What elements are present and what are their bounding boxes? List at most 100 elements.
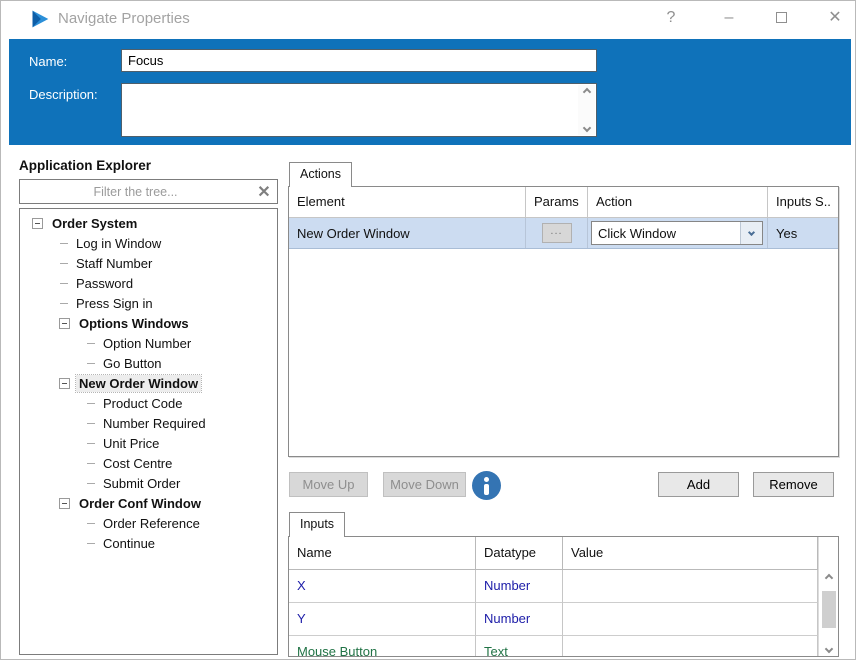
scroll-down-icon[interactable] [582, 123, 591, 133]
input-value[interactable] [563, 636, 818, 656]
tree-item-label: Continue [103, 535, 156, 551]
description-field-wrap [121, 83, 597, 137]
col-value: Value [563, 537, 818, 570]
application-explorer-title: Application Explorer [19, 158, 152, 173]
input-name: X [289, 570, 476, 603]
description-field[interactable] [122, 84, 596, 136]
col-action: Action [588, 187, 768, 218]
properties-header: Name: Description: [9, 39, 851, 145]
tree-item-label: Unit Price [103, 435, 160, 451]
tree-item-label: Order Reference [103, 515, 200, 531]
description-label: Description: [29, 87, 98, 102]
name-label: Name: [29, 54, 68, 69]
maximize-button[interactable] [759, 1, 803, 35]
tree-filter: ✕ [19, 179, 278, 204]
tree-item[interactable]: Order Conf Window [20, 493, 277, 513]
actions-table-body: New Order Window ... Click Window Yes [289, 218, 838, 249]
collapse-icon[interactable] [59, 377, 70, 389]
scroll-up-icon[interactable] [824, 573, 833, 582]
tree-item-label: Order System [52, 215, 138, 231]
scrollbar-thumb[interactable] [821, 591, 836, 628]
input-name: Mouse Button [289, 636, 476, 656]
tree-connector-icon [60, 282, 68, 284]
tree-item[interactable]: Order Reference [20, 513, 277, 533]
col-scroll-gutter [818, 537, 838, 570]
tree-item-label: Password [76, 275, 134, 291]
tree-item[interactable]: Press Sign in [20, 293, 277, 313]
actions-table-header: Element Params Action Inputs S.. [289, 187, 838, 218]
filter-input[interactable] [20, 184, 251, 199]
action-dropdown[interactable]: Click Window [591, 221, 763, 245]
params-button[interactable]: ... [541, 223, 572, 243]
tab-actions[interactable]: Actions [289, 162, 352, 187]
tree-connector-icon [87, 522, 95, 524]
application-tree: Order System Log in Window Staff Number … [19, 208, 278, 655]
inputs-table-row[interactable]: Y Number [289, 603, 838, 636]
tree-item[interactable]: Password [20, 273, 277, 293]
minimize-button[interactable]: – [707, 1, 751, 35]
tree-item[interactable]: Log in Window [20, 233, 277, 253]
name-field[interactable] [121, 49, 597, 72]
tree-item-label: Order Conf Window [79, 495, 201, 511]
tree-item-label: Cost Centre [103, 455, 173, 471]
input-datatype: Number [476, 603, 563, 636]
close-button[interactable]: ✕ [813, 1, 855, 35]
inputs-set-value: Yes [776, 225, 798, 241]
col-element: Element [289, 187, 526, 218]
tree-connector-icon [87, 402, 95, 404]
input-datatype: Number [476, 570, 563, 603]
action-element: New Order Window [297, 225, 410, 241]
tree-item[interactable]: Options Windows [20, 313, 277, 333]
inputs-table-row[interactable]: Mouse Button Text [289, 636, 838, 656]
maximize-icon [775, 12, 787, 24]
tree-item-label: Staff Number [76, 255, 153, 271]
tree-item[interactable]: Go Button [20, 353, 277, 373]
col-params: Params [526, 187, 588, 218]
scroll-down-icon[interactable] [824, 644, 833, 653]
collapse-icon[interactable] [59, 497, 70, 509]
chevron-down-icon [747, 228, 756, 236]
dropdown-button[interactable] [740, 222, 762, 244]
input-value[interactable] [563, 570, 818, 603]
tree-item[interactable]: Order System [20, 213, 277, 233]
tree-item-label: Submit Order [103, 475, 181, 491]
tree-item[interactable]: Unit Price [20, 433, 277, 453]
inputs-table-body: X Number Y Number Mouse Button Text [289, 570, 838, 656]
move-up-button[interactable]: Move Up [289, 472, 368, 497]
titlebar: Navigate Properties ? – ✕ [1, 1, 855, 37]
collapse-icon[interactable] [59, 317, 70, 329]
navigate-properties-window: Navigate Properties ? – ✕ Name: Descript… [0, 0, 856, 660]
tree-item-label: Options Windows [79, 315, 189, 331]
tree-item-label: Option Number [103, 335, 192, 351]
tree-item[interactable]: Cost Centre [20, 453, 277, 473]
scroll-up-icon[interactable] [582, 87, 591, 97]
tree-item[interactable]: Product Code [20, 393, 277, 413]
tree-connector-icon [87, 442, 95, 444]
window-title: Navigate Properties [58, 10, 190, 27]
tab-inputs[interactable]: Inputs [289, 512, 346, 537]
inputs-table-row[interactable]: X Number [289, 570, 838, 603]
remove-button[interactable]: Remove [753, 472, 834, 497]
input-value[interactable] [563, 603, 818, 636]
col-inputs-set: Inputs S.. [768, 187, 838, 218]
app-icon [32, 10, 49, 28]
clear-filter-button[interactable]: ✕ [251, 182, 277, 202]
tree-item[interactable]: Continue [20, 533, 277, 553]
tree-connector-icon [87, 482, 95, 484]
collapse-icon[interactable] [32, 217, 43, 229]
move-down-button[interactable]: Move Down [383, 472, 466, 497]
tree-item[interactable]: Staff Number [20, 253, 277, 273]
tree-connector-icon [60, 302, 68, 304]
col-name: Name [289, 537, 476, 570]
tree-item[interactable]: New Order Window [20, 373, 277, 393]
tree-item[interactable]: Submit Order [20, 473, 277, 493]
help-button[interactable]: ? [649, 1, 693, 35]
actions-table-row[interactable]: New Order Window ... Click Window Yes [289, 218, 838, 249]
inputs-scrollbar[interactable] [818, 570, 838, 656]
description-scrollbar[interactable] [578, 85, 595, 135]
info-icon[interactable] [472, 471, 501, 500]
add-button[interactable]: Add [658, 472, 739, 497]
tree-connector-icon [87, 362, 95, 364]
tree-item[interactable]: Number Required [20, 413, 277, 433]
tree-item[interactable]: Option Number [20, 333, 277, 353]
